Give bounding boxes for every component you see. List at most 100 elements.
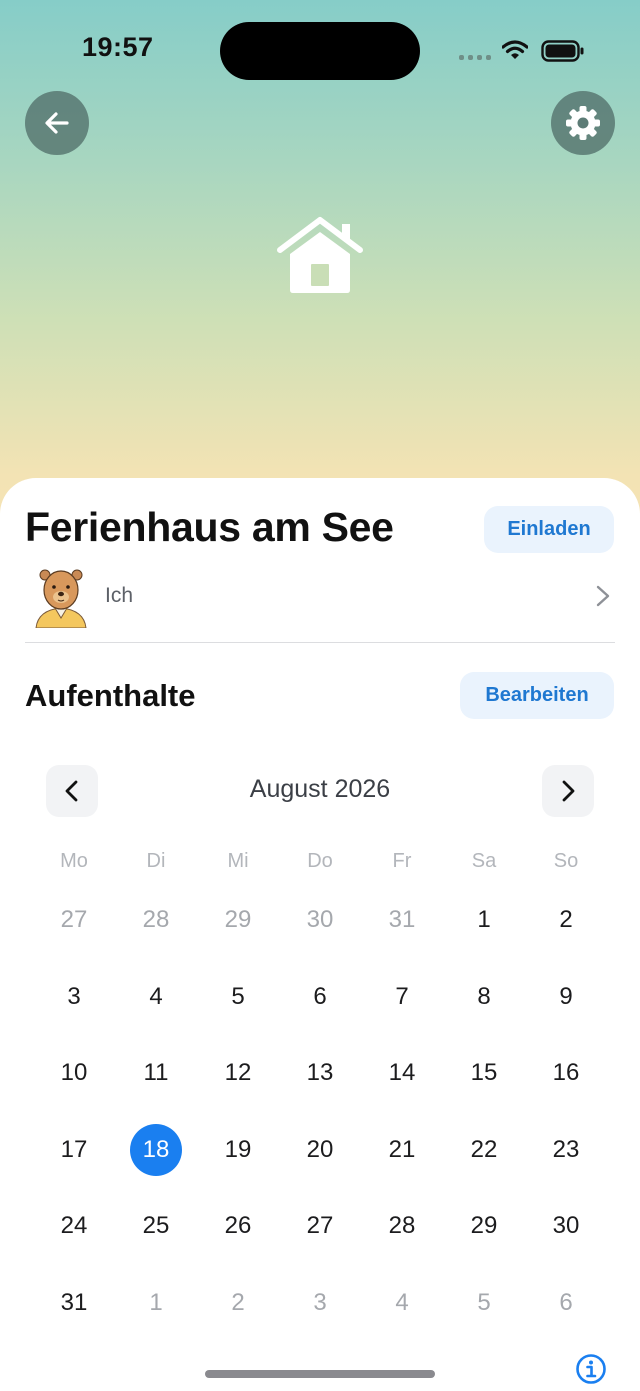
page-title: Ferienhaus am See: [25, 504, 394, 550]
home-indicator: [205, 1370, 435, 1378]
day-number: 11: [143, 1059, 169, 1087]
calendar-day[interactable]: 11: [115, 1035, 197, 1112]
info-icon[interactable]: [575, 1353, 607, 1385]
calendar-day[interactable]: 30: [279, 882, 361, 959]
calendar-day-selected[interactable]: 18: [115, 1112, 197, 1189]
calendar-day[interactable]: 6: [525, 1265, 607, 1342]
weekday-label: Fr: [392, 850, 412, 872]
calendar-day[interactable]: 4: [361, 1265, 443, 1342]
calendar-day[interactable]: 9: [525, 959, 607, 1036]
calendar-day[interactable]: 31: [33, 1265, 115, 1342]
calendar-day[interactable]: 25: [115, 1188, 197, 1265]
day-number: 16: [552, 1059, 580, 1087]
calendar-day[interactable]: 20: [279, 1112, 361, 1189]
calendar-day[interactable]: 1: [443, 882, 525, 959]
calendar-day[interactable]: 12: [197, 1035, 279, 1112]
calendar-day[interactable]: 6: [279, 959, 361, 1036]
calendar-day[interactable]: 1: [115, 1265, 197, 1342]
member-row[interactable]: Ich: [25, 564, 615, 628]
calendar-day[interactable]: 13: [279, 1035, 361, 1112]
calendar-day[interactable]: 5: [197, 959, 279, 1036]
weekday-label: Di: [146, 850, 166, 872]
calendar-day[interactable]: 27: [279, 1188, 361, 1265]
day-number: 31: [388, 906, 416, 934]
calendar-day[interactable]: 3: [33, 959, 115, 1036]
calendar-day[interactable]: 22: [443, 1112, 525, 1189]
day-number: 30: [306, 906, 334, 934]
day-number: 9: [559, 982, 573, 1010]
invite-button[interactable]: Einladen: [484, 506, 614, 553]
house-icon: [277, 217, 363, 293]
calendar-day[interactable]: 15: [443, 1035, 525, 1112]
calendar-day[interactable]: 28: [115, 882, 197, 959]
calendar-day[interactable]: 28: [361, 1188, 443, 1265]
divider: [25, 642, 615, 643]
day-number: 20: [306, 1135, 334, 1163]
dynamic-island: [220, 22, 420, 80]
calendar-day[interactable]: 16: [525, 1035, 607, 1112]
day-number: 3: [313, 1288, 327, 1316]
day-number: 29: [224, 906, 252, 934]
previous-month-button[interactable]: [46, 765, 98, 817]
day-number: 28: [388, 1212, 416, 1240]
day-number: 5: [231, 982, 245, 1010]
weekday-label: Mi: [227, 850, 249, 872]
day-number: 24: [60, 1212, 88, 1240]
calendar-day[interactable]: 3: [279, 1265, 361, 1342]
weekday-label: So: [553, 850, 579, 872]
cellular-signal-icon: [459, 55, 491, 60]
arrow-left-icon: [45, 112, 69, 134]
status-time: 19:57: [82, 32, 154, 62]
calendar-day[interactable]: 4: [115, 959, 197, 1036]
chevron-right-icon: [596, 585, 610, 607]
weekday-label: Do: [307, 850, 333, 872]
chevron-left-icon: [65, 780, 78, 802]
day-number: 21: [388, 1135, 416, 1163]
day-number: 2: [231, 1288, 245, 1316]
calendar-day[interactable]: 2: [197, 1265, 279, 1342]
day-number: 10: [60, 1059, 88, 1087]
calendar-day[interactable]: 19: [197, 1112, 279, 1189]
day-number: 26: [224, 1212, 252, 1240]
day-number: 6: [559, 1288, 573, 1316]
calendar-day[interactable]: 8: [443, 959, 525, 1036]
weekday-header: Mo Di Mi Do Fr Sa So: [33, 846, 607, 876]
member-name: Ich: [105, 584, 134, 607]
calendar-day[interactable]: 14: [361, 1035, 443, 1112]
day-number: 4: [395, 1288, 409, 1316]
calendar-day[interactable]: 10: [33, 1035, 115, 1112]
weekday-label: Sa: [471, 850, 497, 872]
gear-icon: [566, 106, 600, 140]
day-number: 22: [470, 1135, 498, 1163]
calendar-day[interactable]: 2: [525, 882, 607, 959]
day-number: 14: [388, 1059, 416, 1087]
calendar-day[interactable]: 7: [361, 959, 443, 1036]
day-number: 30: [552, 1212, 580, 1240]
battery-icon: [541, 40, 584, 62]
calendar-day[interactable]: 29: [197, 882, 279, 959]
calendar-day[interactable]: 23: [525, 1112, 607, 1189]
calendar-day[interactable]: 29: [443, 1188, 525, 1265]
next-month-button[interactable]: [542, 765, 594, 817]
calendar-day[interactable]: 21: [361, 1112, 443, 1189]
back-button[interactable]: [25, 91, 89, 155]
calendar-day[interactable]: 31: [361, 882, 443, 959]
calendar-day[interactable]: 5: [443, 1265, 525, 1342]
calendar-day[interactable]: 24: [33, 1188, 115, 1265]
settings-button[interactable]: [551, 91, 615, 155]
calendar-day[interactable]: 26: [197, 1188, 279, 1265]
chevron-right-icon: [562, 780, 575, 802]
day-number: 3: [67, 982, 81, 1010]
calendar-day[interactable]: 27: [33, 882, 115, 959]
edit-button[interactable]: Bearbeiten: [460, 672, 614, 719]
avatar: [35, 569, 87, 628]
calendar-day[interactable]: 17: [33, 1112, 115, 1189]
day-number: 28: [142, 906, 170, 934]
day-number: 15: [470, 1059, 498, 1087]
month-label: August 2026: [249, 775, 391, 803]
day-number: 29: [470, 1212, 498, 1240]
day-number: 18: [130, 1123, 182, 1176]
calendar-grid: 27 28 29 30 31 1 2 3 4 5 6 7 8 9 10 11 12 13 14 15 16 17 18 19 2…: [33, 882, 607, 1341]
day-number: 1: [477, 906, 491, 934]
calendar-day[interactable]: 30: [525, 1188, 607, 1265]
